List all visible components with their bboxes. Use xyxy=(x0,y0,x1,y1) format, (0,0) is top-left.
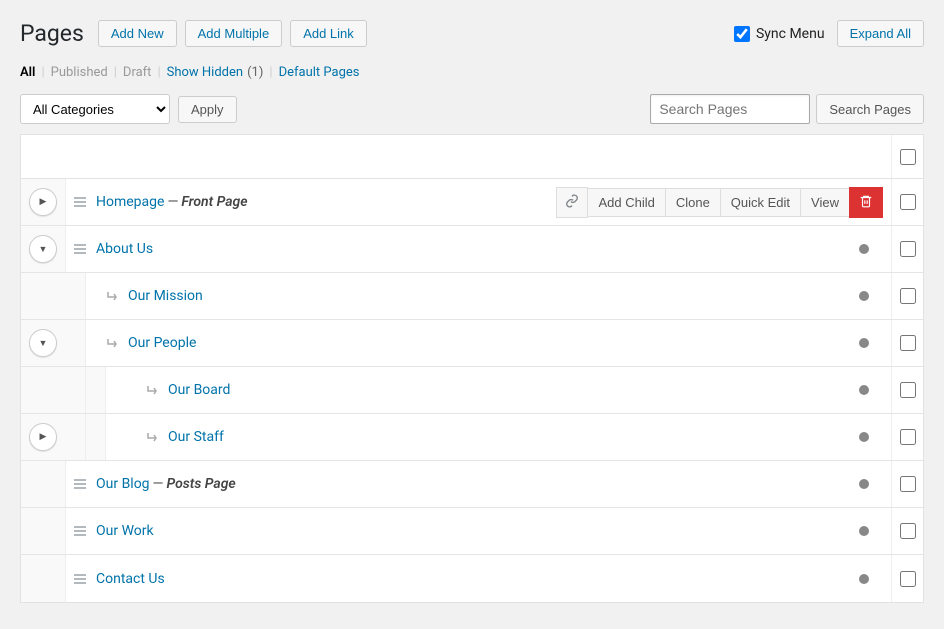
page-meta: Front Page xyxy=(181,194,247,210)
status-dot-icon xyxy=(859,291,869,301)
add-multiple-button[interactable]: Add Multiple xyxy=(185,20,283,47)
add-new-button[interactable]: Add New xyxy=(98,20,177,47)
row-checkbox[interactable] xyxy=(900,571,916,587)
page-link[interactable]: Our People xyxy=(128,335,196,351)
table-row: Our Work xyxy=(21,508,923,555)
expand-toggle[interactable]: ▼ xyxy=(29,235,57,263)
page-meta: Posts Page xyxy=(166,476,235,492)
add-child-button[interactable]: Add Child xyxy=(587,188,665,217)
status-dot-icon xyxy=(859,338,869,348)
table-row: ▼ About Us xyxy=(21,226,923,273)
expand-all-button[interactable]: Expand All xyxy=(837,20,924,47)
view-button[interactable]: View xyxy=(800,188,850,217)
table-row: ▶ Our Staff xyxy=(21,414,923,461)
filter-draft[interactable]: Draft xyxy=(123,65,152,80)
filter-bar: All | Published | Draft | Show Hidden (1… xyxy=(20,65,924,80)
child-indent-icon xyxy=(146,384,158,396)
child-indent-icon xyxy=(146,431,158,443)
row-actions: Add Child Clone Quick Edit View xyxy=(557,187,883,218)
row-checkbox[interactable] xyxy=(900,429,916,445)
table-row: Our Blog — Posts Page xyxy=(21,461,923,508)
permalink-button[interactable] xyxy=(556,187,588,218)
expand-toggle[interactable]: ▼ xyxy=(29,329,57,357)
page-link[interactable]: About Us xyxy=(96,241,153,257)
row-checkbox[interactable] xyxy=(900,335,916,351)
table-row: ▶ Homepage — Front Page Add Child Clone … xyxy=(21,179,923,226)
page-link[interactable]: Our Blog xyxy=(96,476,150,492)
status-dot-icon xyxy=(859,385,869,395)
filter-all[interactable]: All xyxy=(20,65,35,80)
child-indent-icon xyxy=(106,290,118,302)
status-dot-icon xyxy=(859,244,869,254)
row-checkbox[interactable] xyxy=(900,476,916,492)
table-row: Our Board xyxy=(21,367,923,414)
drag-handle-icon[interactable] xyxy=(74,525,86,537)
table-row: Contact Us xyxy=(21,555,923,602)
row-checkbox[interactable] xyxy=(900,241,916,257)
expand-toggle[interactable]: ▶ xyxy=(29,188,57,216)
page-link[interactable]: Our Staff xyxy=(168,429,224,445)
add-link-button[interactable]: Add Link xyxy=(290,20,367,47)
clone-button[interactable]: Clone xyxy=(665,188,721,217)
table-row: ▼ Our People xyxy=(21,320,923,367)
drag-handle-icon[interactable] xyxy=(74,478,86,490)
page-link[interactable]: Our Work xyxy=(96,523,154,539)
search-input[interactable] xyxy=(650,94,810,124)
page-link[interactable]: Our Board xyxy=(168,382,230,398)
sync-menu-toggle[interactable]: Sync Menu xyxy=(734,26,825,42)
row-checkbox[interactable] xyxy=(900,288,916,304)
table-row: Our Mission xyxy=(21,273,923,320)
apply-button[interactable]: Apply xyxy=(178,96,237,123)
page-link[interactable]: Contact Us xyxy=(96,571,165,587)
status-dot-icon xyxy=(859,432,869,442)
category-select[interactable]: All Categories xyxy=(20,94,170,124)
pages-table: ▶ Homepage — Front Page Add Child Clone … xyxy=(20,134,924,603)
status-dot-icon xyxy=(859,574,869,584)
row-checkbox[interactable] xyxy=(900,382,916,398)
drag-handle-icon[interactable] xyxy=(74,573,86,585)
status-dot-icon xyxy=(859,479,869,489)
filter-default-pages[interactable]: Default Pages xyxy=(279,65,360,80)
trash-icon xyxy=(859,194,873,211)
filter-show-hidden-count: (1) xyxy=(247,65,263,80)
sync-menu-checkbox[interactable] xyxy=(734,26,750,42)
row-checkbox[interactable] xyxy=(900,523,916,539)
trash-button[interactable] xyxy=(849,187,883,218)
page-link[interactable]: Homepage xyxy=(96,194,164,210)
filter-published[interactable]: Published xyxy=(51,65,108,80)
link-icon xyxy=(565,194,579,211)
expand-toggle[interactable]: ▶ xyxy=(29,423,57,451)
page-title: Pages xyxy=(20,20,84,47)
status-dot-icon xyxy=(859,526,869,536)
quick-edit-button[interactable]: Quick Edit xyxy=(720,188,801,217)
select-all-checkbox[interactable] xyxy=(900,149,916,165)
filter-show-hidden[interactable]: Show Hidden xyxy=(167,65,243,80)
child-indent-icon xyxy=(106,337,118,349)
drag-handle-icon[interactable] xyxy=(74,196,86,208)
drag-handle-icon[interactable] xyxy=(74,243,86,255)
page-link[interactable]: Our Mission xyxy=(128,288,203,304)
row-checkbox[interactable] xyxy=(900,194,916,210)
search-button[interactable]: Search Pages xyxy=(816,94,924,124)
sync-menu-label: Sync Menu xyxy=(756,26,825,42)
